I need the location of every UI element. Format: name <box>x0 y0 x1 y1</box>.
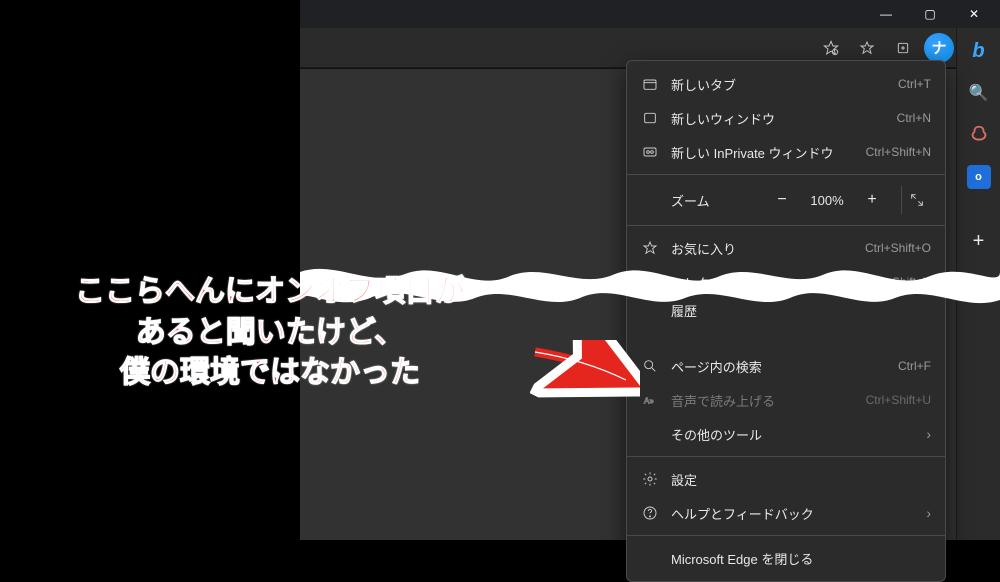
menu-shortcut: Ctrl+T <box>898 77 931 91</box>
menu-item-settings[interactable]: 設定 <box>627 462 945 496</box>
menu-shortcut: Ctrl+F <box>898 359 931 373</box>
chevron-right-icon: › <box>926 426 931 442</box>
window-controls: — ▢ ✕ <box>300 0 1000 28</box>
add-sidebar-icon[interactable]: + <box>962 224 996 258</box>
chevron-right-icon: › <box>926 505 931 521</box>
help-icon <box>641 505 659 521</box>
menu-item-close-edge[interactable]: Microsoft Edge を閉じる <box>627 541 945 575</box>
menu-label: お気に入り <box>671 239 853 258</box>
menu-shortcut: Ctrl+Shift+Y <box>866 275 931 289</box>
menu-item-new-inprivate[interactable]: 新しい InPrivate ウィンドウ Ctrl+Shift+N <box>627 135 945 169</box>
search-sidebar-icon[interactable]: 🔍 <box>962 76 996 110</box>
svg-text:A»: A» <box>644 396 654 405</box>
zoom-label: ズーム <box>641 191 759 210</box>
read-aloud-icon: A» <box>641 392 659 408</box>
zoom-out-button[interactable]: − <box>767 186 797 214</box>
new-window-icon <box>641 110 659 126</box>
close-window-button[interactable]: ✕ <box>954 0 994 28</box>
menu-separator <box>627 456 945 457</box>
menu-label: 新しいタブ <box>671 75 886 94</box>
bing-icon[interactable]: b <box>962 34 996 68</box>
ripped-gap <box>627 323 945 349</box>
menu-label: 音声で読み上げる <box>671 391 854 410</box>
menu-label: 新しいウィンドウ <box>671 109 885 128</box>
menu-label: その他のツール <box>671 425 914 444</box>
menu-item-more-tools[interactable]: その他のツール › <box>627 417 945 451</box>
menu-label: 設定 <box>671 470 931 489</box>
menu-label: コレクション <box>671 273 854 292</box>
menu-shortcut: Ctrl+N <box>897 111 931 125</box>
copilot-sidebar-icon[interactable] <box>962 118 996 152</box>
annotation-text: ここらへんにオンオフ項目が あると聞いたけど、 僕の環境ではなかった <box>0 272 540 394</box>
menu-item-history[interactable]: 履歴 <box>627 299 945 323</box>
menu-shortcut: Ctrl+Shift+U <box>866 393 931 407</box>
menu-shortcut: Ctrl+Shift+N <box>866 145 931 159</box>
inprivate-icon <box>641 144 659 160</box>
menu-label: ページ内の検索 <box>671 357 886 376</box>
maximize-button[interactable]: ▢ <box>910 0 950 28</box>
zoom-value: 100% <box>805 193 849 208</box>
minimize-button[interactable]: — <box>866 0 906 28</box>
menu-label: 新しい InPrivate ウィンドウ <box>671 143 854 162</box>
menu-zoom-row: ズーム − 100% + <box>627 180 945 220</box>
settings-and-more-menu: 新しいタブ Ctrl+T 新しいウィンドウ Ctrl+N 新しい InPriva… <box>626 60 946 582</box>
menu-label: Microsoft Edge を閉じる <box>671 549 931 568</box>
collections-menu-icon <box>641 274 659 290</box>
menu-item-help[interactable]: ヘルプとフィードバック › <box>627 496 945 530</box>
menu-shortcut: Ctrl+Shift+O <box>865 241 931 255</box>
menu-item-find[interactable]: ページ内の検索 Ctrl+F <box>627 349 945 383</box>
menu-separator <box>627 535 945 536</box>
menu-item-favorites[interactable]: お気に入り Ctrl+Shift+O <box>627 231 945 265</box>
menu-item-new-window[interactable]: 新しいウィンドウ Ctrl+N <box>627 101 945 135</box>
menu-label: 履歴 <box>671 301 931 320</box>
gear-icon <box>641 471 659 487</box>
new-tab-icon <box>641 76 659 92</box>
find-icon <box>641 358 659 374</box>
fullscreen-button[interactable] <box>901 186 931 214</box>
menu-separator <box>627 225 945 226</box>
outlook-sidebar-icon[interactable]: o <box>962 160 996 194</box>
favorites-icon <box>641 240 659 256</box>
menu-item-new-tab[interactable]: 新しいタブ Ctrl+T <box>627 67 945 101</box>
edge-sidebar: b 🔍 o + <box>956 28 1000 540</box>
discover-icon: ナ <box>924 33 954 63</box>
edge-browser-window: — ▢ ✕ ナ ··· b 🔍 o <box>300 0 1000 540</box>
menu-item-collections[interactable]: コレクション Ctrl+Shift+Y <box>627 265 945 299</box>
menu-item-read-aloud: A» 音声で読み上げる Ctrl+Shift+U <box>627 383 945 417</box>
menu-label: ヘルプとフィードバック <box>671 504 914 523</box>
zoom-in-button[interactable]: + <box>857 186 887 214</box>
menu-separator <box>627 174 945 175</box>
